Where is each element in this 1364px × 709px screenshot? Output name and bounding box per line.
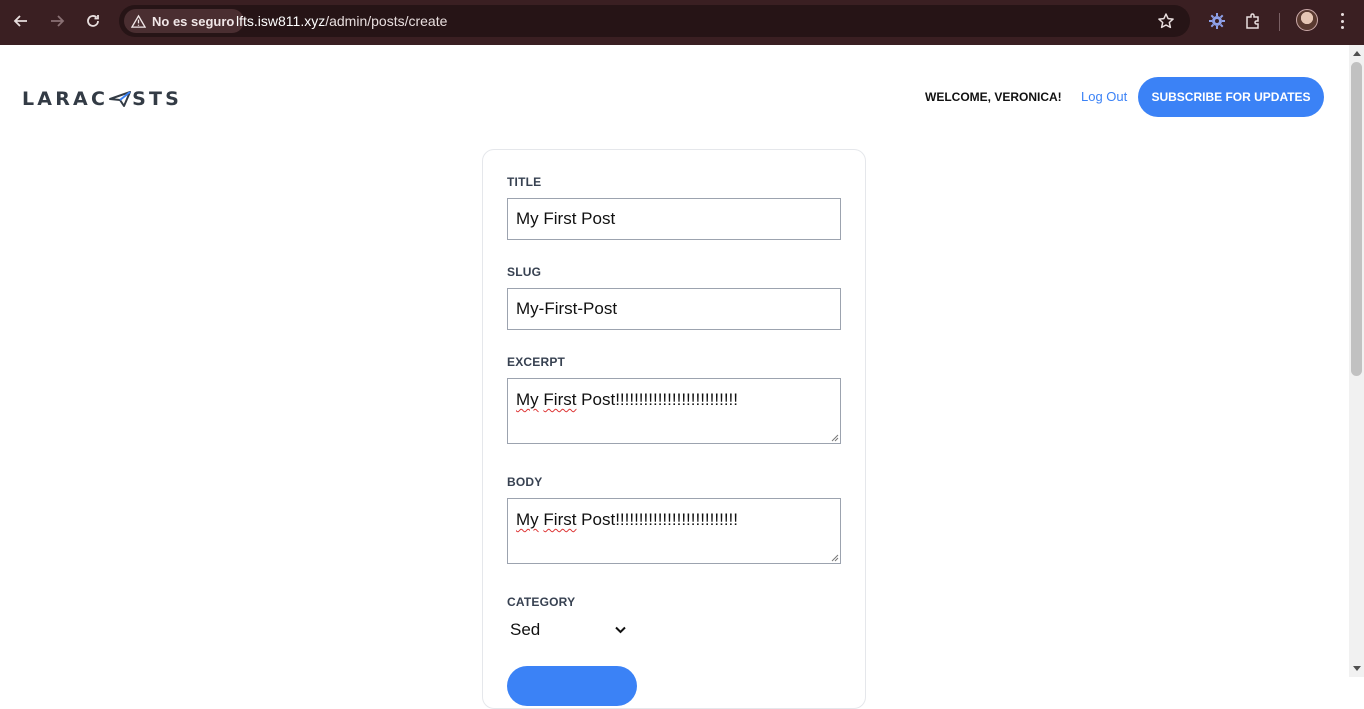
resize-handle-icon[interactable] [831,554,839,562]
welcome-message: WELCOME, VERONICA! [925,90,1062,104]
resize-handle-icon[interactable] [831,434,839,442]
excerpt-rest: Post!!!!!!!!!!!!!!!!!!!!!!!!!! [576,390,738,409]
url-path: /admin/posts/create [325,13,448,29]
scroll-down-arrow-icon[interactable] [1353,666,1361,671]
body-rest: Post!!!!!!!!!!!!!!!!!!!!!!!!!! [576,510,738,529]
subscribe-button[interactable]: SUBSCRIBE FOR UPDATES [1138,77,1324,117]
profile-avatar[interactable] [1296,9,1318,31]
body-label: BODY [507,475,543,489]
address-bar[interactable]: No es seguro lfts.isw811.xyz/admin/posts… [119,5,1190,37]
body-word-1: My [516,510,539,529]
browser-toolbar: No es seguro lfts.isw811.xyz/admin/posts… [0,0,1364,45]
reload-icon[interactable] [83,11,103,31]
forward-arrow-icon[interactable] [47,11,67,31]
scroll-thumb[interactable] [1351,62,1362,376]
logout-link[interactable]: Log Out [1081,89,1127,104]
category-label: CATEGORY [507,595,576,609]
laracasts-logo[interactable]: LARAC STS [22,88,182,110]
publish-button[interactable] [507,666,637,706]
gear-extension-icon[interactable] [1208,12,1226,30]
scroll-up-arrow-icon[interactable] [1353,51,1361,56]
logo-text-right: STS [132,88,183,110]
title-input[interactable]: My First Post [507,198,841,240]
slug-label: SLUG [507,265,542,279]
kebab-menu-icon[interactable] [1335,11,1349,31]
create-post-form: TITLE My First Post SLUG My-First-Post E… [482,149,866,709]
body-textarea[interactable]: My First Post!!!!!!!!!!!!!!!!!!!!!!!!!! [507,498,841,564]
security-chip[interactable]: No es seguro [124,9,245,33]
bookmark-star-icon[interactable] [1157,12,1175,30]
excerpt-word-2: First [543,390,577,409]
page-scrollbar[interactable] [1349,45,1364,677]
page: LARAC STS WELCOME, VERONICA! Log Out SUB… [0,45,1349,709]
body-word-2: First [543,510,577,529]
slug-input[interactable]: My-First-Post [507,288,841,330]
excerpt-label: EXCERPT [507,355,566,369]
warning-icon [131,14,146,28]
category-selected-value: Sed [510,620,541,639]
excerpt-textarea[interactable]: My First Post!!!!!!!!!!!!!!!!!!!!!!!!!! [507,378,841,444]
back-arrow-icon[interactable] [11,11,31,31]
logo-text-left: LARAC [22,88,109,110]
title-label: TITLE [507,175,542,189]
chevron-down-icon [615,626,626,634]
url-host: lfts.isw811.xyz [236,13,326,29]
security-label: No es seguro [152,13,235,29]
slug-input-value: My-First-Post [516,299,618,318]
puzzle-extensions-icon[interactable] [1244,12,1262,30]
paper-plane-icon [109,91,132,107]
category-select[interactable]: Sed [507,618,629,642]
excerpt-word-1: My [516,390,539,409]
title-input-value: My First Post [516,209,616,228]
url-text[interactable]: lfts.isw811.xyz/admin/posts/create [236,13,447,29]
toolbar-divider [1279,13,1280,31]
